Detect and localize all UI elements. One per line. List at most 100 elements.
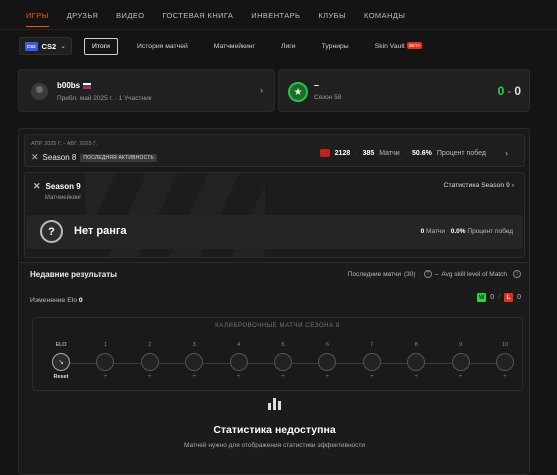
calibration-track: ELO ↘ Reset 1 +2 +3 +4 +5 +6 +7 +8 +9 +10 + [48, 342, 514, 382]
game-logo-icon: CS2 [25, 41, 38, 51]
nav-games[interactable]: ИГРЫ [26, 10, 49, 27]
node-bottom-label: + [325, 374, 330, 380]
calibration-match-node: 3 + [181, 342, 207, 380]
stats-unavailable: Статистика недоступна Матчей нужно для о… [20, 398, 529, 449]
unavailable-subtitle: Матчей нужно для отображения статистики … [183, 442, 366, 449]
separator-dot: · [418, 270, 421, 278]
tab-tournaments[interactable]: Турниры [315, 39, 356, 54]
recent-results: Недавние результаты Последние матчи (30)… [20, 262, 529, 474]
match-slot-circle [96, 353, 115, 371]
username-text: b00bs [57, 81, 81, 90]
season-score: 0-0 [498, 84, 521, 98]
legend-suffix: Avg skill level of Match [441, 270, 507, 278]
elo-change-value: 0 [78, 297, 83, 304]
node-label: 2 [148, 342, 152, 348]
season-9-title: ✕ Season 9 [33, 181, 81, 192]
match-slot-circle [407, 353, 426, 371]
score-wins: 0 [497, 84, 505, 98]
rank-matches-label: Матчи [426, 228, 445, 235]
chevron-right-icon: › [260, 85, 263, 95]
main-panel: АПР. 2025 Г. - АВГ. 2025 Г. ✕ Season 8 П… [18, 128, 530, 475]
unavailable-title: Статистика недоступна [213, 424, 336, 436]
calibration-match-node: 4 + [226, 342, 252, 380]
tab-match-history[interactable]: История матчей [130, 39, 195, 54]
connector-line [70, 363, 97, 364]
nav-inventory[interactable]: ИНВЕНТАРЬ [251, 10, 300, 20]
user-card[interactable]: b00bs Прибл. май 2025 г. · 1 Участник › [18, 69, 275, 112]
calibration-match-node: 2 + [137, 342, 163, 380]
chevron-right-icon: › [505, 148, 508, 158]
match-slot-circle [140, 353, 159, 371]
node-label: 10 [501, 342, 509, 348]
separator-slash: / [498, 294, 501, 301]
season-9-stats-link[interactable]: Статистика Season 9 › [444, 182, 514, 189]
season-9-title-text: Season 9 [45, 182, 81, 191]
winrate-label: Процент побед [436, 149, 486, 157]
winrate-value: 50.6% [412, 149, 432, 157]
tab-leagues[interactable]: Лиги [274, 39, 303, 54]
season-star-icon: ★ [288, 82, 308, 102]
rank-matches-value: 0 [420, 228, 425, 235]
calibration-match-node: 9 + [448, 342, 474, 380]
rank-stats: 0 Матчи · 0.0% Процент побед [421, 228, 513, 235]
node-bottom-label: + [414, 374, 418, 380]
season-stats: 2128 · 385 Матчи · 50.6% Процент побед › [319, 148, 508, 158]
matches-label: Матчи [379, 149, 400, 157]
crossed-swords-icon: ✕ [33, 181, 41, 191]
calibration-match-node: 5 + [270, 342, 296, 380]
connector-line [114, 363, 141, 364]
calibration-match-node: 1 + [92, 342, 118, 380]
node-bottom-label: + [236, 374, 241, 380]
tab-skin-vault[interactable]: Skin Vault BETA [368, 39, 430, 54]
last-activity-badge: ПОСЛЕДНЯЯ АКТИВНОСТЬ [80, 153, 158, 162]
tab-summary[interactable]: Итоги [84, 37, 118, 55]
nav-friends[interactable]: ДРУЗЬЯ [67, 10, 98, 20]
rank-winrate-label: Процент побед [467, 228, 513, 235]
bar-chart-icon [20, 398, 529, 410]
node-bottom-label: + [192, 374, 196, 380]
legend-count: (30) [404, 270, 416, 278]
node-bottom-label: + [281, 374, 285, 380]
match-slot-circle [451, 353, 470, 371]
elo-change: Изменение Elo 0 [30, 297, 83, 304]
season-9-subtitle: Матчмейкинг [45, 195, 82, 201]
win-loss-summary: W 0 / L 0 [477, 293, 521, 302]
nav-guestbook[interactable]: ГОСТЕВАЯ КНИГА [162, 10, 233, 20]
node-bottom-label: + [503, 374, 507, 380]
wins-count: 0 [490, 294, 495, 301]
game-selector[interactable]: CS2 CS2 ⌄ [19, 37, 72, 55]
season-name-text: Season 8 [42, 153, 77, 162]
node-bottom-label: + [370, 374, 374, 380]
rank-box: ? Нет ранга 0 Матчи · 0.0% Процент побед [26, 215, 523, 249]
connector-line [158, 363, 186, 364]
nav-teams[interactable]: КОМАНДЫ [364, 10, 405, 20]
season-score-card[interactable]: ★ – Сезон 58 0-0 [278, 69, 530, 112]
nav-video[interactable]: ВИДЕО [116, 10, 144, 20]
connector-line [203, 363, 230, 364]
info-icon[interactable]: i [513, 270, 521, 278]
match-slot-circle [274, 353, 292, 371]
losses-count: 0 [517, 294, 521, 301]
sub-nav: CS2 CS2 ⌄ Итоги История матчей Матчмейки… [19, 37, 539, 55]
node-label: 4 [237, 342, 241, 348]
help-icon[interactable]: ? [423, 270, 432, 278]
top-nav: ИГРЫ ДРУЗЬЯ ВИДЕО ГОСТЕВАЯ КНИГА ИНВЕНТА… [0, 0, 557, 30]
match-slot-circle [229, 353, 248, 371]
user-meta: Прибл. май 2025 г. · 1 Участник [57, 95, 152, 102]
tab-matchmaking[interactable]: Матчмейкинг [207, 39, 262, 54]
nav-clubs[interactable]: КЛУБЫ [318, 10, 346, 20]
season-8-row[interactable]: АПР. 2025 Г. - АВГ. 2025 Г. ✕ Season 8 П… [24, 134, 525, 167]
game-name: CS2 [41, 41, 57, 51]
separator-dot: · [404, 149, 408, 157]
node-label: 3 [192, 342, 196, 348]
tab-skin-vault-label: Skin Vault [374, 42, 405, 50]
node-label: 7 [370, 342, 374, 348]
calibration-title: КАЛИБРОВОЧНЫЕ МАТЧИ СЕЗОНА 8 [215, 323, 340, 329]
rank-name: Нет ранга [74, 225, 127, 237]
calibration-match-node: 10 + [492, 342, 518, 380]
calibration-panel: КАЛИБРОВОЧНЫЕ МАТЧИ СЕЗОНА 8 ELO ↘ Reset 1 +… [32, 317, 523, 391]
calibration-match-node: 8 + [403, 342, 429, 380]
match-slot-circle [496, 353, 514, 371]
reset-elo-icon: ↘ [52, 353, 70, 371]
chevron-right-icon: › [511, 182, 514, 189]
